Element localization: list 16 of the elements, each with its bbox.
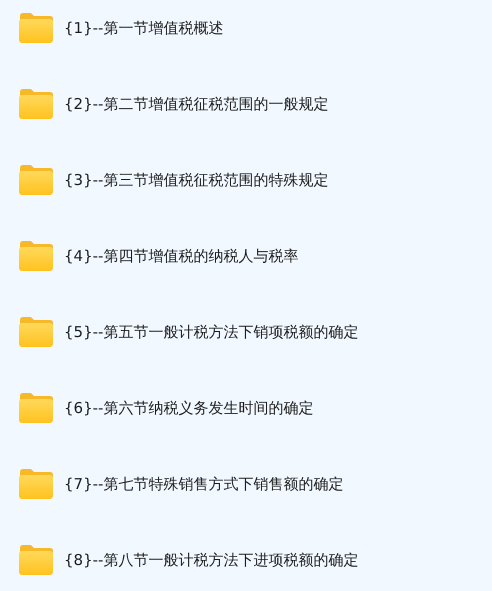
folder-name[interactable]: {7}--第七节特殊销售方式下销售额的确定 — [64, 474, 344, 494]
folder-icon[interactable] — [18, 392, 54, 424]
folder-name[interactable]: {4}--第四节增值税的纳税人与税率 — [64, 246, 298, 266]
folder-icon[interactable] — [18, 468, 54, 500]
folder-name[interactable]: {1}--第一节增值税概述 — [64, 18, 224, 38]
folder-name[interactable]: {3}--第三节增值税征税范围的特殊规定 — [64, 170, 328, 190]
folder-icon[interactable] — [18, 316, 54, 348]
folder-icon[interactable] — [18, 12, 54, 44]
folder-name[interactable]: {2}--第二节增值税征税范围的一般规定 — [64, 94, 328, 114]
folder-name[interactable]: {8}--第八节一般计税方法下进项税额的确定 — [64, 550, 358, 570]
folder-name[interactable]: {6}--第六节纳税义务发生时间的确定 — [64, 398, 314, 418]
folder-icon[interactable] — [18, 88, 54, 120]
folder-icon[interactable] — [18, 544, 54, 576]
folder-icon[interactable] — [18, 164, 54, 196]
folder-name[interactable]: {5}--第五节一般计税方法下销项税额的确定 — [64, 322, 358, 342]
folder-icon[interactable] — [18, 240, 54, 272]
